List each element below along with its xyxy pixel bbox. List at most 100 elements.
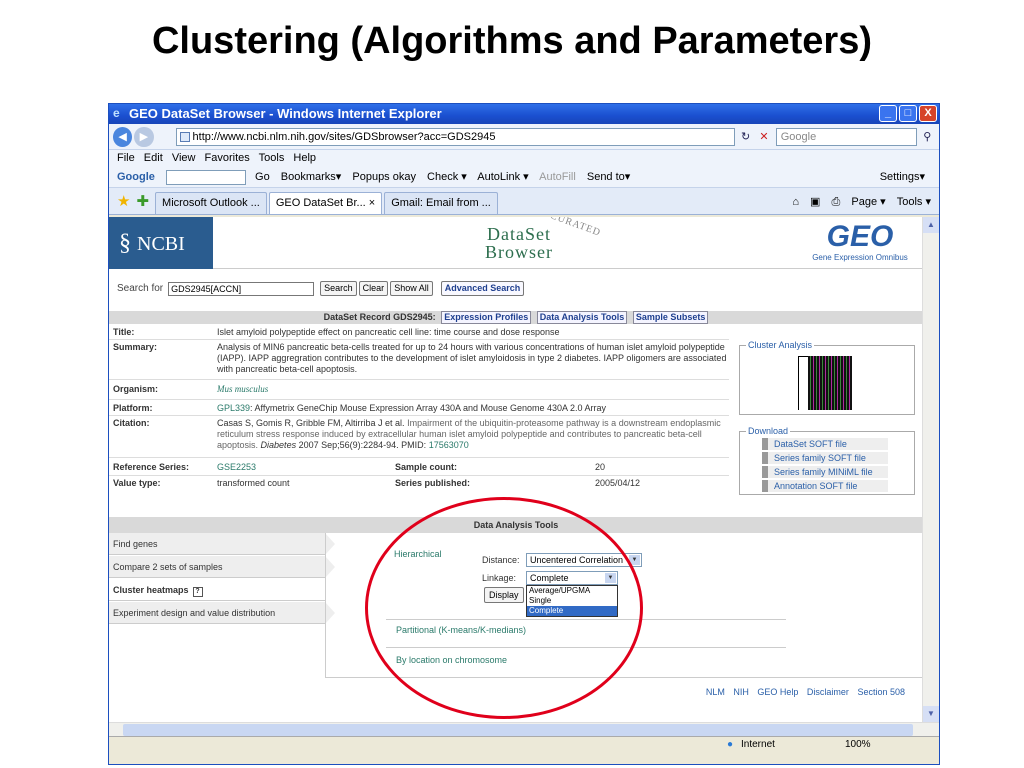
- advanced-search-button[interactable]: Advanced Search: [440, 281, 525, 296]
- footer-link-section-508[interactable]: Section 508: [857, 687, 905, 697]
- address-toolbar: ◀ ▶ http://www.ncbi.nlm.nih.gov/sites/GD…: [109, 124, 939, 150]
- reference-series-link[interactable]: GSE2253: [217, 462, 337, 473]
- data-analysis-tools-header: Data Analysis Tools: [109, 517, 923, 533]
- popups-button[interactable]: Popups okay: [352, 171, 416, 183]
- hierarchical-option[interactable]: Hierarchical: [394, 549, 442, 559]
- distance-select[interactable]: Uncentered Correlation ▼: [526, 553, 642, 567]
- google-toolbar-label[interactable]: Google: [117, 171, 155, 183]
- forward-button[interactable]: ▶: [134, 126, 154, 147]
- sample-subsets-link[interactable]: Sample Subsets: [632, 311, 709, 324]
- horizontal-scrollbar[interactable]: [109, 722, 939, 736]
- zoom-level[interactable]: 100%: [845, 737, 871, 753]
- cluster-heatmap-thumbnail[interactable]: [808, 356, 852, 410]
- display-button[interactable]: Display: [484, 587, 524, 603]
- google-go-button[interactable]: Go: [255, 171, 270, 183]
- linkage-select[interactable]: Complete ▼: [526, 571, 618, 585]
- back-button[interactable]: ◀: [113, 126, 133, 147]
- cluster-tool-pane: Hierarchical Distance: Uncentered Correl…: [325, 533, 923, 678]
- dataset-soft-file-link[interactable]: DataSet SOFT file: [762, 438, 888, 450]
- series-family-soft-file-link[interactable]: Series family SOFT file: [762, 452, 888, 464]
- platform-link[interactable]: GPL339: [217, 403, 250, 413]
- partitional-option[interactable]: Partitional (K-means/K-medians): [396, 625, 526, 635]
- organism-link[interactable]: Mus musculus: [217, 384, 729, 395]
- tab-experiment-design[interactable]: Experiment design and value distribution: [109, 602, 335, 624]
- menu-tools[interactable]: Tools: [259, 152, 285, 164]
- google-toolbar-input[interactable]: [165, 169, 246, 185]
- chevron-down-icon: ▼: [629, 555, 640, 565]
- clear-button[interactable]: Clear: [358, 281, 389, 296]
- minimize-button[interactable]: _: [879, 105, 897, 122]
- window-title: GEO DataSet Browser - Windows Internet E…: [129, 106, 442, 121]
- linkage-option-complete[interactable]: Complete: [527, 606, 617, 616]
- distance-label: Distance:: [482, 555, 520, 565]
- search-row: Search for Search Clear Show All Advance…: [117, 281, 526, 296]
- download-title: Download: [746, 426, 791, 436]
- by-location-option[interactable]: By location on chromosome: [396, 655, 507, 665]
- tab-compare-samples[interactable]: Compare 2 sets of samples: [109, 556, 335, 578]
- print-icon[interactable]: ⎙: [832, 196, 841, 208]
- settings-button[interactable]: Settings▾: [880, 166, 925, 188]
- tab-find-genes[interactable]: Find genes: [109, 533, 335, 555]
- autofill-button[interactable]: AutoFill: [539, 171, 576, 183]
- tools-menu[interactable]: Tools ▾: [897, 196, 931, 208]
- menu-help[interactable]: Help: [293, 152, 316, 164]
- page-menu[interactable]: Page ▾: [851, 196, 885, 208]
- record-title: Islet amyloid polypeptide effect on panc…: [217, 327, 560, 337]
- maximize-button[interactable]: □: [899, 105, 917, 122]
- vertical-scrollbar[interactable]: ▲ ▼: [922, 217, 939, 722]
- slide-title: Clustering (Algorithms and Parameters): [151, 20, 873, 62]
- geo-logo[interactable]: GEO Gene Expression Omnibus: [805, 221, 915, 263]
- tab-bar: ★ ✚ Microsoft Outlook ... GEO DataSet Br…: [109, 188, 939, 215]
- home-icon[interactable]: ⌂: [792, 196, 799, 208]
- close-button[interactable]: X: [919, 105, 937, 122]
- footer-link-nlm[interactable]: NLM: [706, 687, 725, 697]
- menu-view[interactable]: View: [172, 152, 196, 164]
- tab-gmail[interactable]: Gmail: Email from ...: [384, 192, 498, 214]
- feeds-icon[interactable]: ▣: [810, 196, 820, 208]
- footer-link-geo-help[interactable]: GEO Help: [757, 687, 798, 697]
- series-family-miniml-file-link[interactable]: Series family MINiML file: [762, 466, 888, 478]
- address-text: http://www.ncbi.nlm.nih.gov/sites/GDSbro…: [192, 130, 496, 143]
- favorites-star-icon[interactable]: ★: [117, 190, 130, 214]
- record-summary: Analysis of MIN6 pancreatic beta-cells t…: [217, 342, 727, 374]
- bookmarks-button[interactable]: Bookmarks▾: [281, 171, 342, 183]
- stop-icon[interactable]: ✕: [756, 129, 771, 145]
- page-content: § NCBI DataSet Browser CURATED GEO Gene E…: [109, 217, 923, 722]
- scroll-up-icon[interactable]: ▲: [923, 217, 939, 233]
- gds-search-input[interactable]: [168, 281, 315, 296]
- pmid-link[interactable]: 17563070: [429, 440, 469, 450]
- search-input[interactable]: Google: [775, 127, 917, 146]
- footer-link-nih[interactable]: NIH: [733, 687, 749, 697]
- scroll-down-icon[interactable]: ▼: [923, 706, 939, 722]
- footer-link-disclaimer[interactable]: Disclaimer: [807, 687, 849, 697]
- menu-edit[interactable]: Edit: [144, 152, 163, 164]
- refresh-icon[interactable]: ↻: [738, 129, 753, 145]
- search-button[interactable]: Search: [320, 281, 357, 296]
- footer-links: NLM NIH GEO Help Disclaimer Section 508: [700, 687, 905, 697]
- chevron-down-icon: ▼: [605, 573, 616, 583]
- tab-geo-dataset-browser[interactable]: GEO DataSet Br... ×: [268, 192, 383, 214]
- menu-favorites[interactable]: Favorites: [205, 152, 250, 164]
- address-input[interactable]: http://www.ncbi.nlm.nih.gov/sites/GDSbro…: [175, 127, 735, 146]
- search-label: Search for: [117, 283, 164, 294]
- add-favorites-icon[interactable]: ✚: [136, 190, 149, 214]
- status-bar: Internet 100%: [109, 736, 939, 753]
- horizontal-scroll-thumb[interactable]: [123, 724, 913, 736]
- cluster-analysis-title: Cluster Analysis: [746, 340, 815, 350]
- send-to-button[interactable]: Send to▾: [587, 171, 630, 183]
- annotation-soft-file-link[interactable]: Annotation SOFT file: [762, 480, 888, 492]
- tab-outlook[interactable]: Microsoft Outlook ...: [155, 192, 267, 214]
- tab-cluster-heatmaps[interactable]: Cluster heatmaps?: [109, 579, 335, 601]
- help-icon[interactable]: ?: [192, 587, 203, 597]
- expression-profiles-link[interactable]: Expression Profiles: [441, 311, 532, 324]
- linkage-option-single[interactable]: Single: [527, 596, 617, 606]
- download-box: Download DataSet SOFT file Series family…: [739, 426, 915, 495]
- menu-file[interactable]: File: [117, 152, 135, 164]
- linkage-option-average[interactable]: Average/UPGMA: [527, 586, 617, 596]
- search-icon[interactable]: ⚲: [920, 129, 935, 145]
- autolink-button[interactable]: AutoLink ▾: [477, 171, 528, 183]
- data-analysis-tools-link[interactable]: Data Analysis Tools: [536, 311, 628, 324]
- ncbi-logo[interactable]: § NCBI: [109, 217, 213, 269]
- check-button[interactable]: Check ▾: [427, 171, 467, 183]
- show-all-button[interactable]: Show All: [390, 281, 433, 296]
